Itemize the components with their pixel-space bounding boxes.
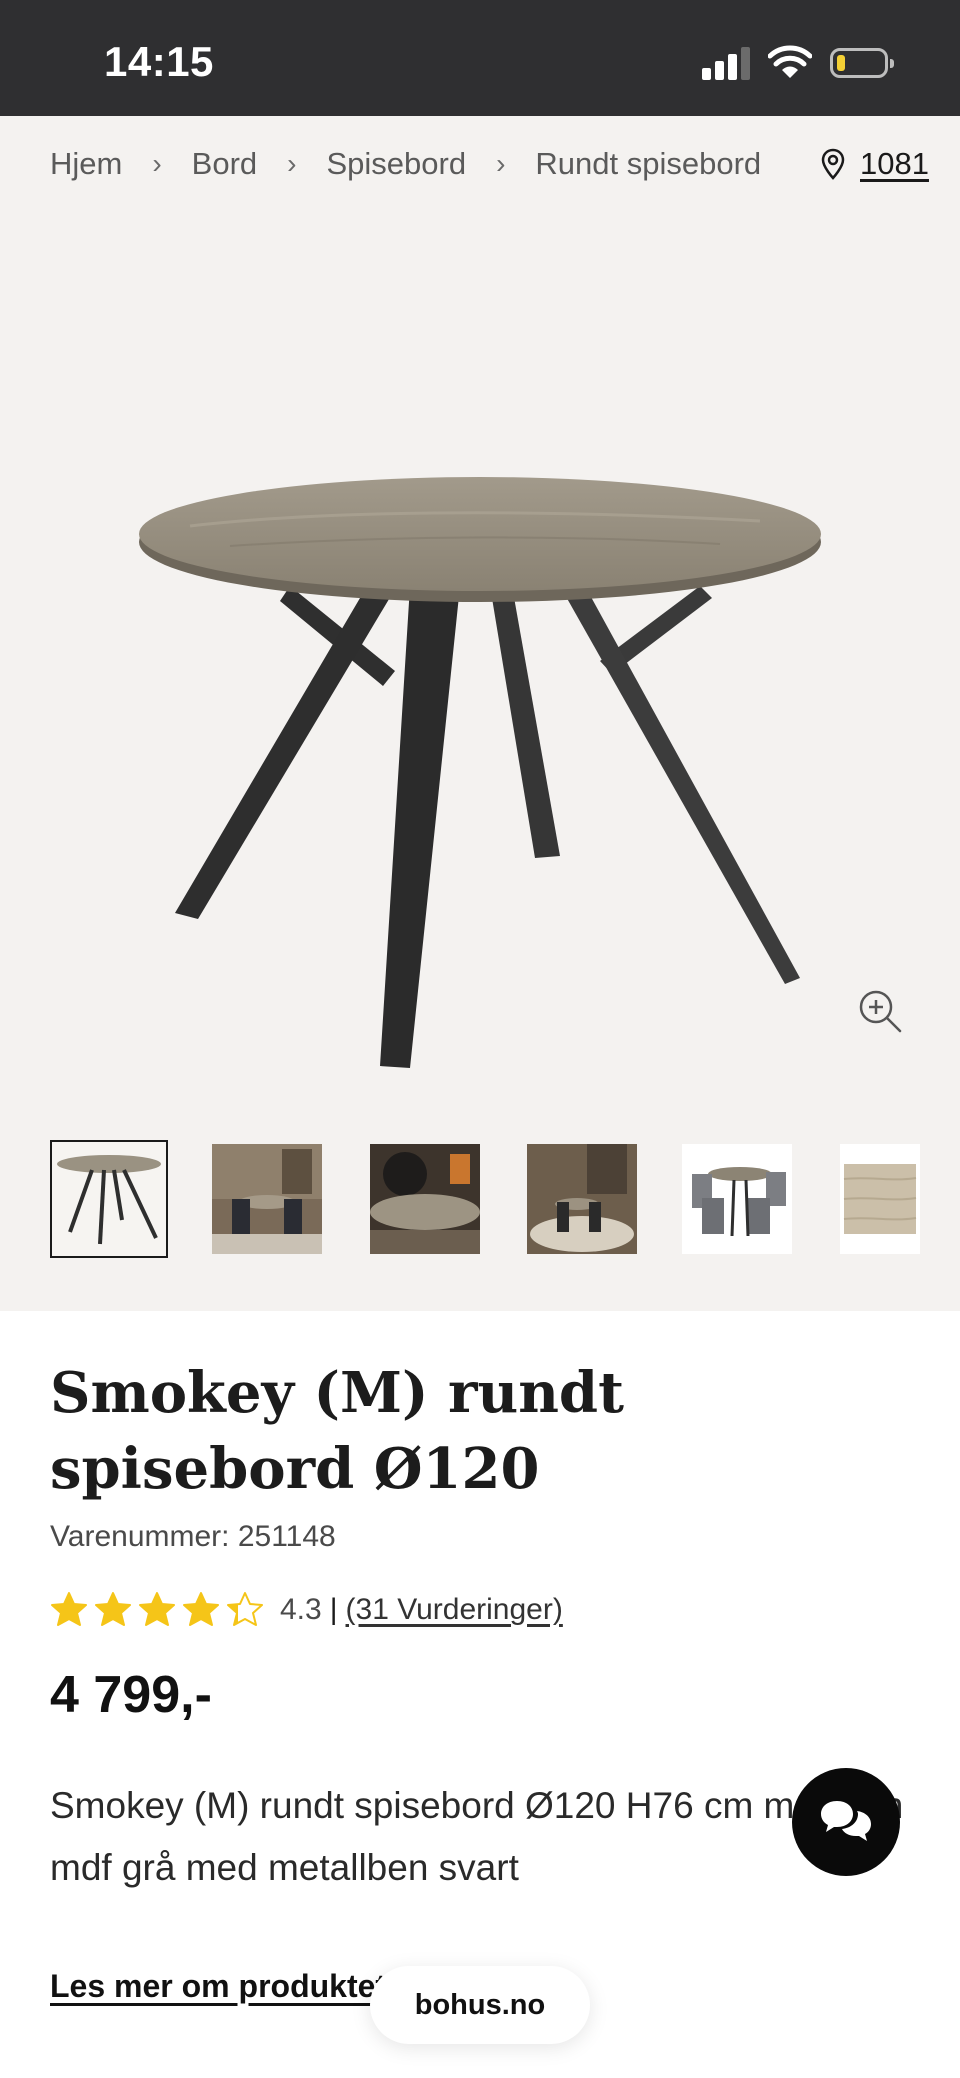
reviews-link[interactable]: (31 Vurderinger) — [346, 1593, 563, 1627]
rating-separator: | — [329, 1593, 338, 1626]
breadcrumb-home[interactable]: Hjem — [50, 146, 122, 182]
thumbnail-rug-image — [527, 1144, 637, 1254]
rating-value: 4.3 — [280, 1593, 322, 1626]
thumbnail-closeup-image — [370, 1144, 480, 1254]
breadcrumb-rundt-spisebord[interactable]: Rundt spisebord — [535, 146, 761, 182]
product-description: Smokey (M) rundt spisebord Ø120 H76 cm m… — [50, 1785, 904, 1888]
breadcrumb-separator-icon: › — [152, 148, 162, 179]
breadcrumb: Hjem › Bord › Spisebord › Rundt spisebor… — [50, 134, 761, 194]
product-image[interactable] — [0, 316, 960, 1096]
battery-level — [837, 55, 845, 71]
product-gallery: Hjem › Bord › Spisebord › Rundt spisebor… — [0, 116, 960, 1311]
thumbnail-3[interactable] — [370, 1144, 480, 1254]
star-icon — [183, 1592, 219, 1626]
star-icon — [95, 1592, 131, 1626]
thumbnail-table-image — [52, 1142, 166, 1256]
thumbnail-4[interactable] — [527, 1144, 637, 1254]
breadcrumb-separator-icon: › — [287, 148, 297, 179]
rating-stars — [50, 1591, 264, 1629]
store-selector[interactable]: 1081 — [820, 134, 929, 194]
product-title: Smokey (M) rundt spisebord Ø120 — [50, 1360, 624, 1502]
breadcrumb-separator-icon: › — [496, 148, 506, 179]
thumbnail-texture-image — [840, 1144, 920, 1254]
location-pin-icon — [821, 148, 845, 180]
browser-url-pill[interactable]: bohus.no — [370, 1966, 590, 2044]
chat-bubbles-icon — [821, 1801, 871, 1841]
wifi-icon — [768, 45, 812, 78]
chat-button[interactable] — [792, 1768, 900, 1876]
zoom-in-icon[interactable] — [855, 986, 905, 1036]
cellular-signal-icon — [702, 46, 750, 80]
thumbnail-2[interactable] — [212, 1144, 322, 1254]
thumbnail-5[interactable] — [682, 1144, 792, 1254]
star-icon — [51, 1592, 87, 1626]
thumbnail-chairs-image — [682, 1144, 792, 1254]
store-code: 1081 — [860, 146, 929, 181]
sku-label: Varenummer: — [50, 1520, 230, 1553]
star-icon — [227, 1592, 263, 1626]
thumbnail-room-image — [212, 1144, 322, 1254]
star-icon — [139, 1592, 175, 1626]
breadcrumb-spisebord[interactable]: Spisebord — [326, 146, 466, 182]
sku-row: Varenummer: 251148 — [50, 1520, 336, 1554]
battery-icon — [830, 48, 894, 78]
thumbnail-6[interactable] — [840, 1144, 920, 1254]
product-price: 4 799,- — [50, 1666, 212, 1724]
breadcrumb-bord[interactable]: Bord — [192, 146, 257, 182]
read-more-link[interactable]: Les mer om produktet — [50, 1968, 386, 2005]
sku-value: 251148 — [237, 1520, 336, 1553]
status-bar: 14:15 — [0, 0, 960, 116]
status-time: 14:15 — [104, 38, 214, 85]
rating-row: 4.3 | (31 Vurderinger) — [50, 1585, 563, 1635]
browser-url: bohus.no — [414, 1988, 546, 2021]
thumbnail-1[interactable] — [50, 1140, 168, 1258]
